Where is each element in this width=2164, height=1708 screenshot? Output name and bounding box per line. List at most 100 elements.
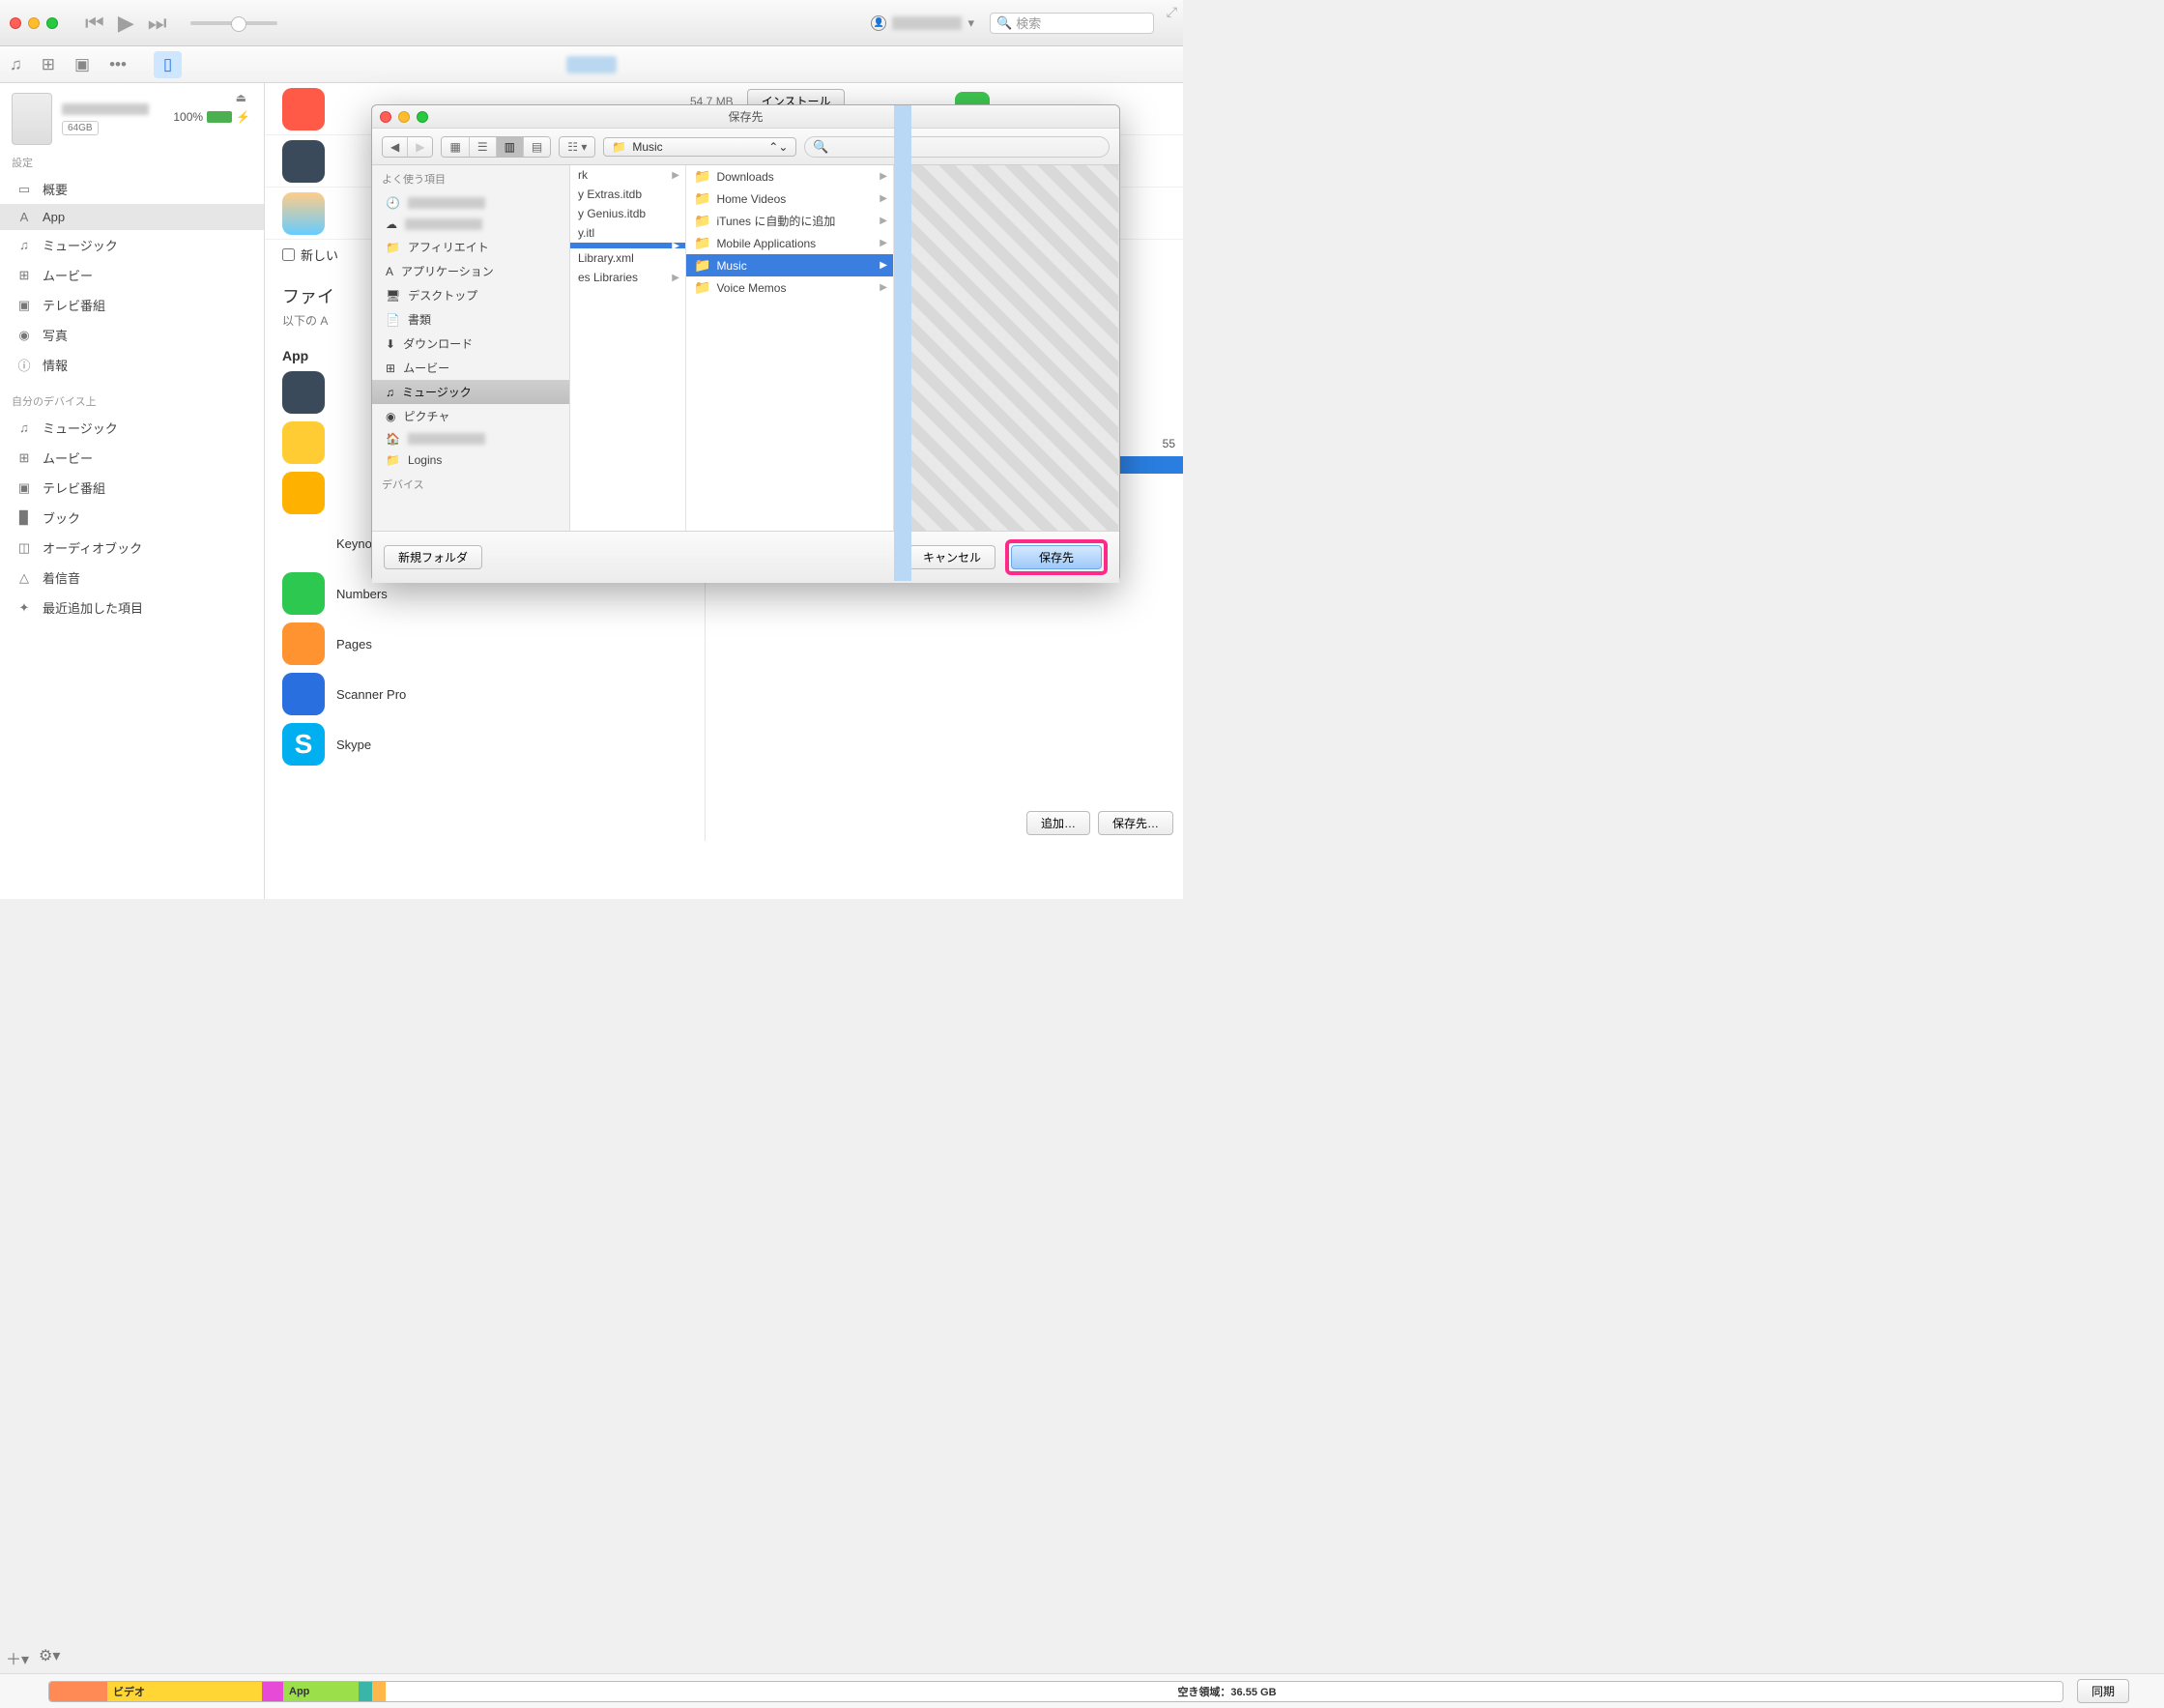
folder-icon: 📁 bbox=[694, 235, 710, 251]
zoom-icon[interactable] bbox=[46, 17, 58, 29]
favorite-item-documents[interactable]: 📄書類 bbox=[372, 307, 569, 332]
favorite-item-downloads[interactable]: ⬇ダウンロード bbox=[372, 332, 569, 356]
list-view-icon[interactable]: ☰ bbox=[470, 137, 497, 157]
close-icon[interactable] bbox=[10, 17, 21, 29]
scroll-region[interactable] bbox=[894, 165, 911, 531]
sidebar-ondevice-movies[interactable]: ⊞ムービー bbox=[0, 443, 264, 473]
forward-icon[interactable]: ▶ bbox=[408, 137, 432, 157]
path-dropdown[interactable]: 📁 Music ⌃⌄ bbox=[603, 137, 796, 157]
sidebar-item-label: App bbox=[43, 210, 65, 224]
favorite-item-applications[interactable]: Aアプリケーション bbox=[372, 259, 569, 283]
column-3-preview bbox=[894, 165, 1119, 531]
favorite-item-affiliate[interactable]: 📁アフィリエイト bbox=[372, 235, 569, 259]
sidebar-item-label: 着信音 bbox=[43, 568, 80, 587]
eject-icon[interactable]: ⏏ bbox=[236, 91, 246, 104]
sidebar-item-app[interactable]: AApp bbox=[0, 204, 264, 230]
sidebar-ondevice-recent[interactable]: ✦最近追加した項目 bbox=[0, 593, 264, 622]
nav-back-forward: ◀ ▶ bbox=[382, 136, 433, 158]
file-item[interactable]: rk▶ bbox=[570, 165, 685, 185]
app-name: Scanner Pro bbox=[336, 687, 406, 702]
sidebar-ondevice-tv[interactable]: ▣テレビ番組 bbox=[0, 473, 264, 503]
column-view-icon[interactable]: ▥ bbox=[497, 137, 524, 157]
close-icon[interactable] bbox=[380, 111, 391, 123]
cancel-button[interactable]: キャンセル bbox=[909, 545, 995, 569]
device-name-chip[interactable] bbox=[566, 56, 617, 73]
pictures-icon: ◉ bbox=[386, 410, 395, 423]
sidebar-item-music[interactable]: ♫ミュージック bbox=[0, 230, 264, 260]
play-icon[interactable]: ▶ bbox=[118, 11, 134, 36]
device-header: 64GB ⏏ 100% ⚡ bbox=[0, 83, 264, 151]
add-icon[interactable]: ＋▾ bbox=[6, 1646, 29, 1669]
fullscreen-icon[interactable]: ⤢ bbox=[1167, 4, 1177, 20]
device-tab-icon[interactable]: ▯ bbox=[154, 51, 182, 78]
favorite-item-logins[interactable]: 📁Logins bbox=[372, 449, 569, 471]
favorite-item-movies[interactable]: ⊞ムービー bbox=[372, 356, 569, 380]
minimize-icon[interactable] bbox=[28, 17, 40, 29]
sidebar-item-summary[interactable]: ▭概要 bbox=[0, 174, 264, 204]
folder-item-music-selected[interactable]: 📁Music▶ bbox=[686, 254, 893, 276]
new-folder-button[interactable]: 新規フォルダ bbox=[384, 545, 482, 569]
zoom-icon[interactable] bbox=[417, 111, 428, 123]
movies-tab-icon[interactable]: ⊞ bbox=[42, 55, 55, 74]
folder-item-homevideos[interactable]: 📁Home Videos▶ bbox=[686, 188, 893, 210]
account-menu[interactable]: 👤 ▾ bbox=[871, 15, 974, 31]
cloud-icon: ☁ bbox=[386, 217, 397, 231]
favorite-item-pictures[interactable]: ◉ピクチャ bbox=[372, 404, 569, 428]
previous-icon[interactable]: ⏮ bbox=[85, 11, 104, 36]
app-icon-red bbox=[282, 88, 325, 130]
chevron-right-icon: ▶ bbox=[880, 193, 887, 204]
next-icon[interactable]: ⏭ bbox=[148, 11, 167, 36]
back-icon[interactable]: ◀ bbox=[383, 137, 408, 157]
folder-item-mobileapps[interactable]: 📁Mobile Applications▶ bbox=[686, 232, 893, 254]
icon-view-icon[interactable]: ▦ bbox=[442, 137, 469, 157]
user-icon: 👤 bbox=[871, 15, 886, 31]
sync-button[interactable]: 同期 bbox=[2077, 1679, 2129, 1703]
sidebar-item-label: テレビ番組 bbox=[43, 478, 105, 497]
sidebar-ondevice-audiobooks[interactable]: ◫オーディオブック bbox=[0, 533, 264, 563]
arrange-dropdown[interactable]: ☷ ▾ bbox=[559, 136, 595, 158]
sidebar-item-info[interactable]: ⓘ情報 bbox=[0, 350, 264, 380]
favorite-item[interactable]: 🕘 bbox=[372, 192, 569, 214]
favorite-item[interactable]: ☁ bbox=[372, 214, 569, 235]
sidebar-item-photos[interactable]: ◉写真 bbox=[0, 320, 264, 350]
more-tab-icon[interactable]: ••• bbox=[109, 55, 127, 74]
coverflow-view-icon[interactable]: ▤ bbox=[524, 137, 550, 157]
favorite-item[interactable]: 🏠 bbox=[372, 428, 569, 449]
app-icon bbox=[282, 622, 325, 665]
file-item[interactable]: y.itl bbox=[570, 223, 685, 243]
sidebar-ondevice-books[interactable]: ▉ブック bbox=[0, 503, 264, 533]
volume-slider[interactable] bbox=[190, 21, 277, 25]
favorite-item-music[interactable]: ♫ミュージック bbox=[372, 380, 569, 404]
save-button[interactable]: 保存先 bbox=[1011, 545, 1102, 569]
column-2: 📁Downloads▶ 📁Home Videos▶ 📁iTunes に自動的に追… bbox=[686, 165, 894, 531]
sparkle-icon: ✦ bbox=[15, 600, 33, 616]
sidebar-ondevice-ringtones[interactable]: △着信音 bbox=[0, 563, 264, 593]
favorite-item-desktop[interactable]: 🖥デスクトップ bbox=[372, 283, 569, 307]
save-to-button[interactable]: 保存先… bbox=[1098, 811, 1173, 835]
folder-item-autoimport[interactable]: 📁iTunes に自動的に追加▶ bbox=[686, 210, 893, 232]
sidebar-item-label: ブック bbox=[43, 508, 80, 527]
dialog-search-field[interactable]: 🔍 bbox=[804, 136, 1110, 158]
add-button[interactable]: 追加… bbox=[1026, 811, 1090, 835]
file-item[interactable]: y Genius.itdb bbox=[570, 204, 685, 223]
sidebar-ondevice-music[interactable]: ♫ミュージック bbox=[0, 413, 264, 443]
folder-item-voicememos[interactable]: 📁Voice Memos▶ bbox=[686, 276, 893, 299]
search-field[interactable]: 🔍 検索 bbox=[990, 13, 1154, 34]
storage-seg-free: 空き領域：36.55 GB bbox=[386, 1682, 2063, 1701]
sidebar-item-movies[interactable]: ⊞ムービー bbox=[0, 260, 264, 290]
chevron-right-icon: ▶ bbox=[672, 170, 679, 181]
file-item[interactable]: Library.xml bbox=[570, 248, 685, 268]
new-apps-checkbox[interactable] bbox=[282, 248, 295, 261]
minimize-icon[interactable] bbox=[398, 111, 410, 123]
sidebar-item-tv[interactable]: ▣テレビ番組 bbox=[0, 290, 264, 320]
music-tab-icon[interactable]: ♫ bbox=[10, 55, 22, 74]
folder-item-downloads[interactable]: 📁Downloads▶ bbox=[686, 165, 893, 188]
folder-label: Music bbox=[716, 259, 746, 273]
gear-icon[interactable]: ⚙▾ bbox=[39, 1646, 60, 1669]
file-item[interactable]: y Extras.itdb bbox=[570, 185, 685, 204]
playback-controls: ⏮ ▶ ⏭ bbox=[85, 11, 167, 36]
dialog-sidebar: よく使う項目 🕘 ☁ 📁アフィリエイト Aアプリケーション 🖥デスクトップ 📄書… bbox=[372, 165, 570, 531]
dialog-title: 保存先 bbox=[728, 108, 763, 125]
tv-tab-icon[interactable]: ▣ bbox=[74, 55, 90, 74]
file-item[interactable]: es Libraries▶ bbox=[570, 268, 685, 287]
